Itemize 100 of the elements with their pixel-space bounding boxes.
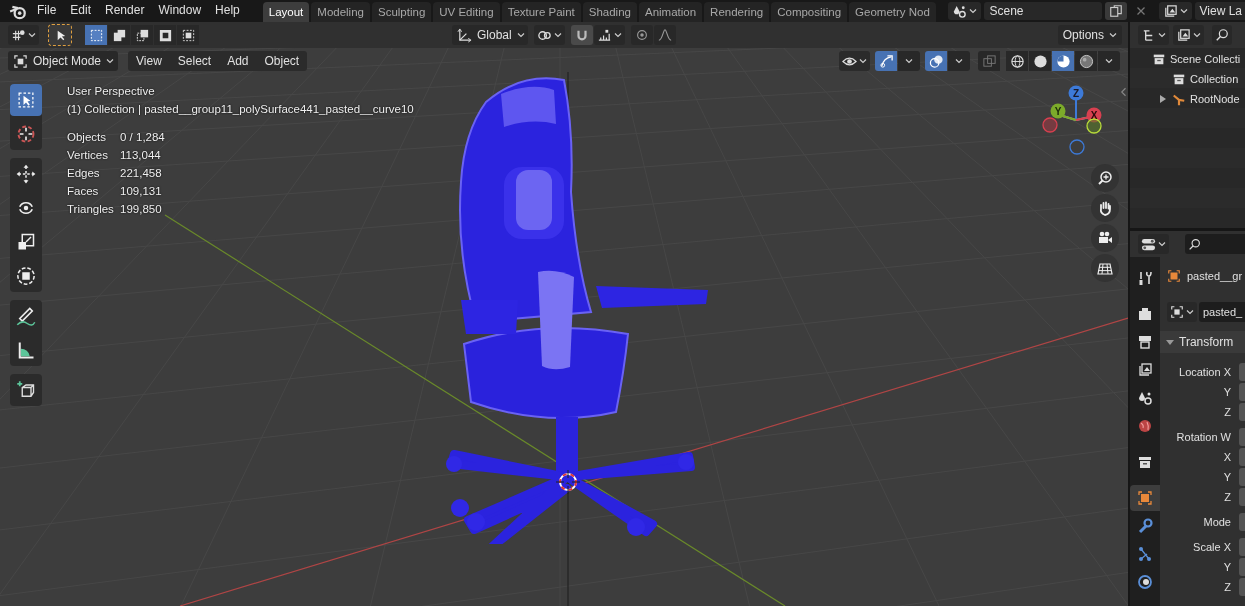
orientation-dropdown[interactable]: Global: [452, 25, 528, 45]
search-button[interactable]: [1212, 25, 1232, 45]
toggles-icon: [1141, 236, 1156, 252]
nav-button[interactable]: [1091, 164, 1119, 192]
falloff-dropdown[interactable]: [654, 25, 676, 45]
property-label: Mode: [1203, 516, 1231, 528]
menu-button[interactable]: View: [129, 51, 169, 71]
panel-header[interactable]: Transform: [1160, 331, 1245, 353]
menu-item[interactable]: Window: [151, 0, 209, 22]
options-dropdown[interactable]: Options: [1057, 25, 1122, 45]
chevron-down-icon: [1109, 31, 1117, 39]
overlay-toggle[interactable]: [925, 51, 947, 71]
tree-item[interactable]: RootNode: [1130, 89, 1245, 109]
tool-icon: [1137, 270, 1153, 286]
select-mode-button[interactable]: [154, 25, 176, 45]
shading-button[interactable]: [1006, 51, 1028, 71]
menu-button[interactable]: Object: [257, 51, 307, 71]
workspace-tab[interactable]: Rendering: [704, 2, 770, 22]
wireframe-sphere-icon: [1009, 53, 1025, 69]
menu-item[interactable]: File: [30, 0, 64, 22]
workspace-tab[interactable]: Compositing: [771, 2, 848, 22]
editor-type-dropdown[interactable]: [1138, 234, 1169, 254]
number-field[interactable]: [1239, 363, 1245, 381]
chevron-down-icon: [516, 31, 525, 39]
workspace-tab[interactable]: Modeling: [311, 2, 370, 22]
number-field[interactable]: [1239, 448, 1245, 466]
tree-item[interactable]: Collection: [1130, 69, 1245, 89]
nav-button[interactable]: [1091, 194, 1119, 222]
move-arrows-icon: [16, 164, 36, 184]
data-dropdown[interactable]: [1167, 302, 1197, 322]
filter-dropdown[interactable]: [1173, 25, 1204, 45]
scene-icon: [951, 3, 967, 19]
xray-toggle[interactable]: [978, 51, 1000, 71]
collection-box-icon: [1137, 454, 1153, 470]
workspace-tab[interactable]: Texture Paint: [501, 2, 581, 22]
number-field[interactable]: [1239, 513, 1245, 531]
nav-button[interactable]: [1091, 224, 1119, 252]
search-icon: [1215, 28, 1229, 42]
workspace-tab[interactable]: Shading: [582, 2, 637, 22]
gizmo-dropdown[interactable]: [898, 51, 920, 71]
select-mode-button[interactable]: [131, 25, 153, 45]
shading-button[interactable]: [1052, 51, 1074, 71]
wrench-icon: [1137, 518, 1153, 534]
snap-toggle[interactable]: [571, 25, 593, 45]
axes-empty-icon: [1172, 92, 1186, 106]
axis-gizmo[interactable]: [1042, 85, 1102, 155]
chevron-down-icon: [554, 31, 562, 39]
shading-dropdown[interactable]: [1098, 51, 1120, 71]
proportional-toggle[interactable]: [631, 25, 653, 45]
scene-field[interactable]: Scene: [983, 2, 1102, 20]
scene-dropdown[interactable]: [947, 2, 981, 20]
workspace-tab[interactable]: Sculpting: [371, 2, 432, 22]
object-square-icon: [1137, 490, 1153, 506]
pivot-point-dropdown[interactable]: [534, 25, 565, 45]
increment-icon: [597, 27, 612, 43]
menu-item[interactable]: Help: [208, 0, 247, 22]
number-field[interactable]: [1239, 428, 1245, 446]
expand-arrow-icon[interactable]: [1159, 95, 1167, 103]
number-field[interactable]: [1239, 383, 1245, 401]
nav-button[interactable]: [1091, 254, 1119, 282]
search-field[interactable]: [1185, 234, 1245, 254]
select-mode-button[interactable]: [177, 25, 199, 45]
pivot-dropdown[interactable]: [8, 25, 39, 45]
name-field[interactable]: pasted_: [1199, 302, 1245, 322]
view-layer-field[interactable]: View La: [1194, 2, 1245, 20]
chevron-down-icon: [955, 57, 963, 65]
menu-button[interactable]: Select: [170, 51, 219, 71]
select-mode-button[interactable]: [108, 25, 130, 45]
menu-button[interactable]: Add: [220, 51, 256, 71]
menu-item[interactable]: Render: [98, 0, 152, 22]
tree-item[interactable]: Scene Collecti: [1130, 49, 1245, 69]
number-field[interactable]: [1239, 488, 1245, 506]
workspace-tab[interactable]: Geometry Nod: [849, 2, 936, 22]
gizmo-toggle[interactable]: [875, 51, 897, 71]
chevron-down-icon: [1158, 240, 1166, 248]
active-tool-button[interactable]: [49, 25, 71, 45]
number-field[interactable]: [1239, 538, 1245, 556]
shading-button[interactable]: [1029, 51, 1051, 71]
visibility-dropdown[interactable]: [839, 51, 870, 71]
select-subtract-icon: [134, 27, 150, 43]
stat-value: 109,131: [120, 184, 163, 199]
workspace-tab[interactable]: Layout: [262, 2, 310, 22]
shading-button[interactable]: [1075, 51, 1097, 71]
overlay-dropdown[interactable]: [948, 51, 970, 71]
view-layer-dropdown[interactable]: [1158, 2, 1192, 20]
number-field[interactable]: [1239, 578, 1245, 596]
stat-label: Edges: [67, 166, 101, 181]
property-label: Y: [1223, 471, 1231, 483]
mode-dropdown[interactable]: Object Mode: [8, 51, 118, 71]
workspace-tab[interactable]: UV Editing: [433, 2, 500, 22]
display-mode-dropdown[interactable]: [1138, 25, 1169, 45]
number-field[interactable]: [1239, 468, 1245, 486]
workspace-tab[interactable]: Animation: [638, 2, 703, 22]
copy-button[interactable]: [1104, 2, 1127, 20]
number-field[interactable]: [1239, 558, 1245, 576]
snap-dropdown[interactable]: [594, 25, 625, 45]
menu-item[interactable]: Edit: [63, 0, 99, 22]
number-field[interactable]: [1239, 403, 1245, 421]
property-label: Z: [1224, 581, 1231, 593]
blender-logo-icon[interactable]: [9, 3, 27, 21]
